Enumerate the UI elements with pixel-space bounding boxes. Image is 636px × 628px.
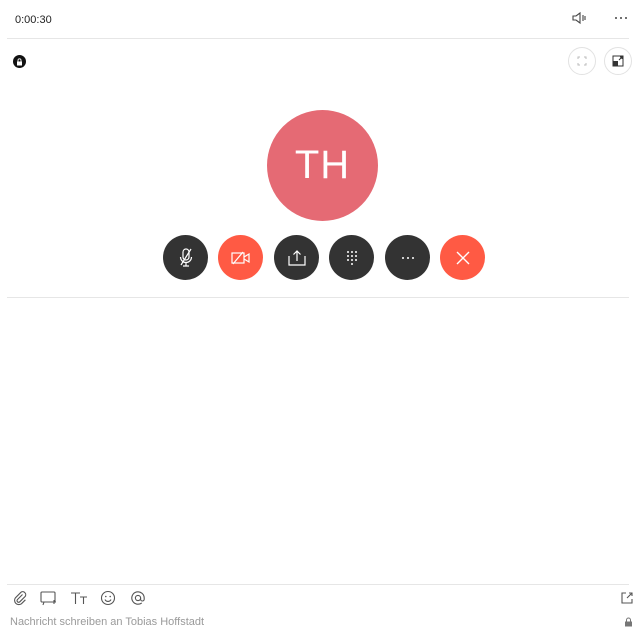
header-divider	[7, 38, 629, 39]
dialpad-icon	[346, 250, 357, 265]
more-options-button[interactable]	[385, 235, 430, 280]
call-divider	[7, 297, 629, 298]
emoji-icon[interactable]	[99, 589, 117, 607]
more-options-icon	[401, 256, 414, 259]
speaker-icon[interactable]	[569, 8, 591, 28]
avatar-initials: TH	[294, 143, 351, 187]
gif-icon[interactable]	[40, 589, 58, 607]
fullscreen-icon	[577, 56, 587, 66]
popout-icon	[612, 55, 624, 67]
mute-button[interactable]	[163, 235, 208, 280]
more-icon[interactable]	[610, 8, 632, 28]
video-off-icon	[230, 251, 250, 264]
mention-icon[interactable]	[129, 589, 147, 607]
end-call-button[interactable]	[440, 235, 485, 280]
end-call-icon	[456, 251, 469, 264]
text-format-icon[interactable]	[70, 589, 88, 607]
composer-divider	[7, 584, 629, 585]
share-screen-button[interactable]	[274, 235, 319, 280]
attach-icon[interactable]	[11, 589, 29, 607]
call-timer: 0:00:30	[15, 14, 52, 26]
dialpad-button[interactable]	[329, 235, 374, 280]
popout-button[interactable]	[604, 47, 632, 75]
video-toggle-button[interactable]	[218, 235, 263, 280]
encryption-lock-icon	[13, 55, 26, 68]
mic-off-icon	[179, 247, 192, 267]
message-input[interactable]: Nachricht schreiben an Tobias Hoffstadt	[10, 616, 204, 628]
fullscreen-button[interactable]	[568, 47, 596, 75]
share-screen-icon	[287, 249, 306, 266]
avatar: TH	[267, 110, 378, 221]
expand-composer-icon[interactable]	[618, 589, 636, 607]
composer-lock-icon	[624, 617, 633, 627]
